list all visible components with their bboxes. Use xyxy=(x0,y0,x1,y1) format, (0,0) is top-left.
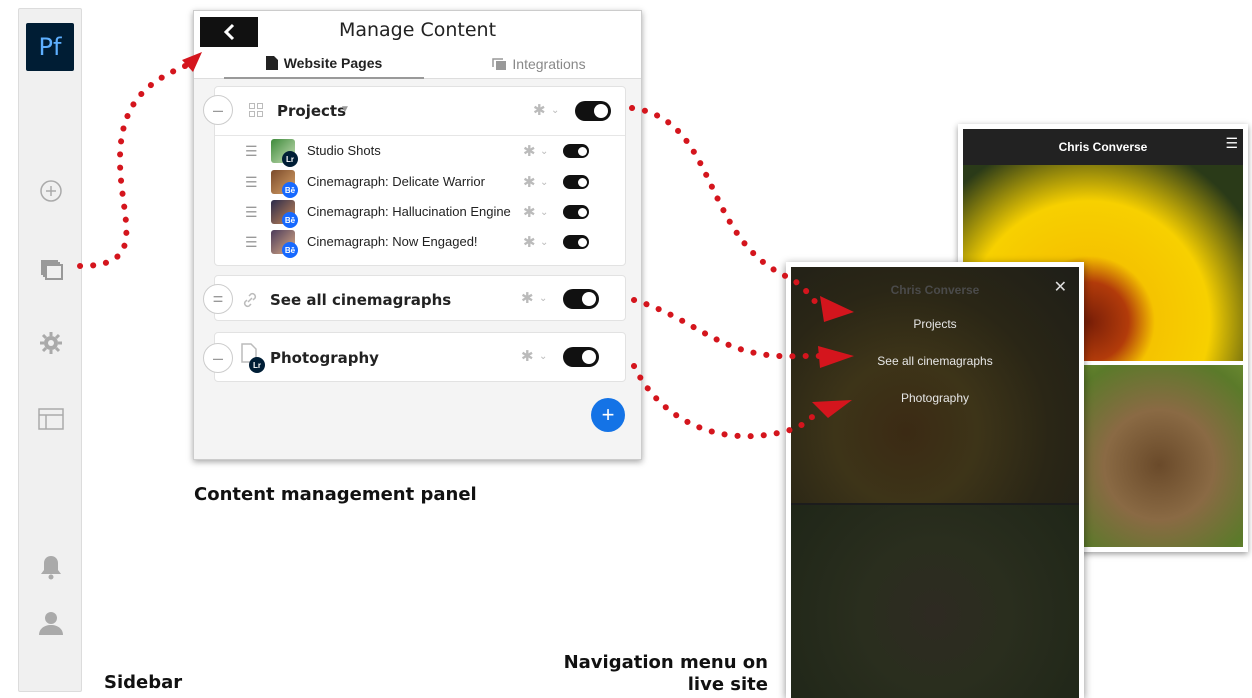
page-icon xyxy=(265,56,278,70)
list-item[interactable]: ☰ Bē Cinemagraph: Hallucination Engine ✱… xyxy=(245,200,625,228)
section-title: See all cinemagraphs xyxy=(270,291,452,309)
visibility-toggle[interactable] xyxy=(575,101,611,121)
portfolio-logo: Pf xyxy=(26,23,74,71)
sidebar: Pf xyxy=(18,8,82,692)
section-title: Projects xyxy=(277,102,347,120)
live-site-menu-screenshot: Chris Converse ✕ Projects See all cinema… xyxy=(786,262,1084,698)
visibility-toggle[interactable] xyxy=(563,205,589,219)
chevron-down-icon[interactable]: ⌄ xyxy=(539,351,547,362)
section-see-all-cinemagraphs: = See all cinemagraphs ✱ ⌄ xyxy=(203,275,626,321)
layout-icon[interactable] xyxy=(35,403,67,435)
collapse-button[interactable]: – xyxy=(203,343,233,373)
site-title: Chris Converse xyxy=(890,283,980,297)
integrations-icon xyxy=(492,58,507,70)
drag-handle-icon[interactable]: ☰ xyxy=(245,174,258,191)
tab-integrations[interactable]: Integrations xyxy=(439,49,639,79)
section-photography: – Lr Photography ✱ ⌄ xyxy=(203,332,626,382)
visibility-toggle[interactable] xyxy=(563,144,589,158)
visibility-toggle[interactable] xyxy=(563,289,599,309)
nav-link-photography[interactable]: Photography xyxy=(791,391,1079,405)
tab-website-pages[interactable]: Website Pages xyxy=(224,49,424,79)
tab-bar: Website Pages Integrations xyxy=(194,49,641,79)
site-header: Chris Converse xyxy=(963,129,1243,165)
flower-image-dimmed xyxy=(791,267,1079,503)
back-button[interactable] xyxy=(200,17,258,47)
hawk-image-dimmed xyxy=(791,505,1079,698)
chevron-left-icon xyxy=(223,23,235,41)
gear-icon[interactable]: ✱ xyxy=(523,142,536,160)
visibility-toggle[interactable] xyxy=(563,175,589,189)
close-icon[interactable]: ✕ xyxy=(1054,277,1067,297)
item-label: Cinemagraph: Hallucination Engine xyxy=(307,204,511,219)
panel-caption: Content management panel xyxy=(194,484,477,505)
add-circle-icon[interactable] xyxy=(35,175,67,207)
pages-icon[interactable] xyxy=(35,253,67,285)
drag-handle-icon[interactable]: ☰ xyxy=(245,143,258,160)
arrow-sidebar-to-panel xyxy=(77,61,193,269)
menu-overlay: Chris Converse ✕ Projects See all cinema… xyxy=(791,267,1079,698)
manage-content-panel: Manage Content Website Pages Integration… xyxy=(193,10,642,460)
list-item[interactable]: ☰ Bē Cinemagraph: Delicate Warrior ✱ ⌄ xyxy=(245,170,625,198)
item-label: Cinemagraph: Now Engaged! xyxy=(307,234,478,249)
gear-icon[interactable]: ✱ xyxy=(521,289,534,307)
hamburger-menu-icon[interactable]: ☰ xyxy=(1225,135,1238,152)
chevron-down-icon[interactable]: ⌄ xyxy=(540,177,548,188)
drag-handle-icon[interactable]: ☰ xyxy=(245,234,258,251)
behance-badge-icon: Bē xyxy=(282,242,298,258)
add-page-button[interactable]: + xyxy=(591,398,625,432)
list-item[interactable]: ☰ Lr Studio Shots ✱ ⌄ xyxy=(245,139,625,167)
visibility-toggle[interactable] xyxy=(563,235,589,249)
behance-badge-icon: Bē xyxy=(282,182,298,198)
chevron-down-icon[interactable]: ▼ xyxy=(340,104,350,115)
lightroom-badge-icon: Lr xyxy=(282,151,298,167)
gear-icon[interactable]: ✱ xyxy=(523,233,536,251)
visibility-toggle[interactable] xyxy=(563,347,599,367)
item-label: Cinemagraph: Delicate Warrior xyxy=(307,174,485,189)
section-projects: – Projects ▼ ✱ ⌄ ☰ Lr Studio Shots ✱ ⌄ ☰… xyxy=(203,86,626,266)
section-title: Photography xyxy=(270,349,379,367)
tab-label: Integrations xyxy=(512,56,586,72)
lightroom-badge-icon: Lr xyxy=(249,357,265,373)
gear-icon[interactable]: ✱ xyxy=(533,101,546,119)
link-icon xyxy=(243,292,257,308)
chevron-down-icon[interactable]: ⌄ xyxy=(540,207,548,218)
bell-icon[interactable] xyxy=(35,551,67,583)
behance-badge-icon: Bē xyxy=(282,212,298,228)
panel-header: Manage Content xyxy=(194,11,641,49)
gear-icon[interactable]: ✱ xyxy=(523,173,536,191)
chevron-down-icon[interactable]: ⌄ xyxy=(540,237,548,248)
drag-handle-icon[interactable]: ☰ xyxy=(245,204,258,221)
tab-label: Website Pages xyxy=(283,55,383,71)
gear-icon[interactable] xyxy=(35,327,67,359)
nav-link-see-all-cinemagraphs[interactable]: See all cinemagraphs xyxy=(791,354,1079,368)
collapse-button[interactable]: = xyxy=(203,284,233,314)
item-label: Studio Shots xyxy=(307,143,381,158)
gear-icon[interactable]: ✱ xyxy=(521,347,534,365)
list-item[interactable]: ☰ Bē Cinemagraph: Now Engaged! ✱ ⌄ xyxy=(245,230,625,258)
site-title: Chris Converse xyxy=(1058,140,1148,154)
sidebar-caption: Sidebar xyxy=(104,672,183,693)
collapse-button[interactable]: – xyxy=(203,95,233,125)
gear-icon[interactable]: ✱ xyxy=(523,203,536,221)
chevron-down-icon[interactable]: ⌄ xyxy=(539,293,547,304)
chevron-down-icon[interactable]: ⌄ xyxy=(540,146,548,157)
user-icon[interactable] xyxy=(35,607,67,639)
grid-icon xyxy=(249,103,263,117)
nav-link-projects[interactable]: Projects xyxy=(791,317,1079,331)
chevron-down-icon[interactable]: ⌄ xyxy=(551,105,559,116)
page-title: Manage Content xyxy=(338,19,497,41)
live-site-caption: Navigation menu on live site xyxy=(563,652,768,695)
